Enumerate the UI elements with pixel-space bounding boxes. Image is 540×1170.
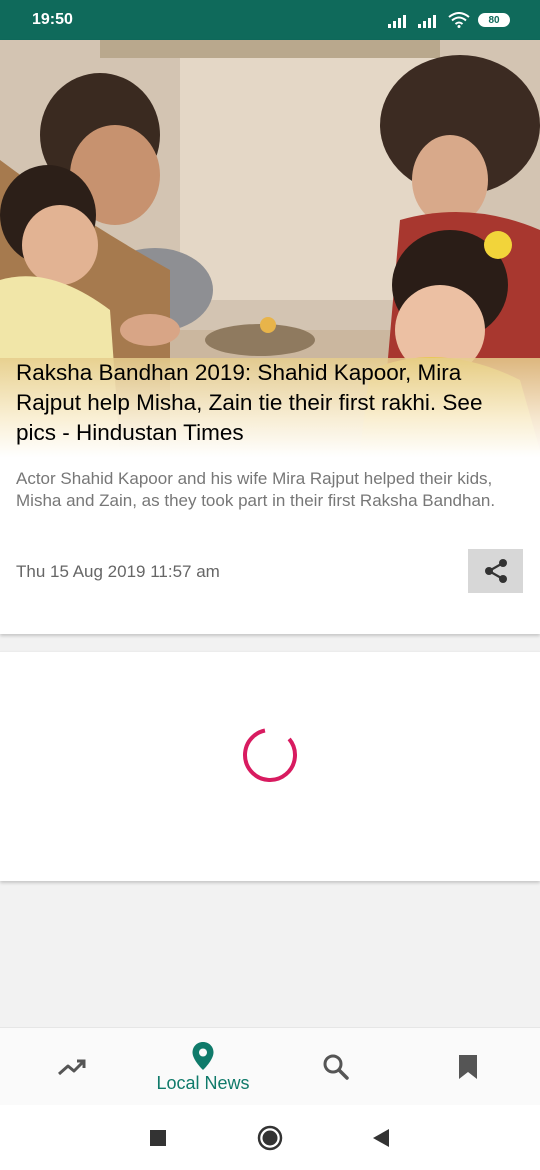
search-icon <box>323 1054 349 1080</box>
news-card[interactable]: Raksha Bandhan 2019: Shahid Kapoor, Mira… <box>0 40 540 634</box>
article-title[interactable]: Raksha Bandhan 2019: Shahid Kapoor, Mira… <box>0 358 540 458</box>
nav-local-news[interactable]: Local News <box>140 1028 266 1106</box>
status-icons: 80 <box>388 12 510 28</box>
nav-bookmarks[interactable] <box>426 1028 510 1106</box>
recent-apps-button[interactable] <box>143 1123 173 1153</box>
recent-apps-icon <box>150 1130 166 1146</box>
system-nav-bar <box>0 1105 540 1170</box>
status-bar: 19:50 80 <box>0 0 540 40</box>
loading-spinner-icon <box>243 728 297 782</box>
location-pin-icon <box>192 1041 214 1070</box>
signal-icon-2 <box>418 15 436 28</box>
home-button[interactable] <box>255 1123 285 1153</box>
bottom-nav: Local News <box>0 1027 540 1105</box>
battery-icon: 80 <box>478 13 510 27</box>
signal-icon <box>388 15 406 28</box>
article-date: Thu 15 Aug 2019 11:57 am <box>16 562 220 581</box>
loading-card <box>0 651 540 881</box>
status-time: 19:50 <box>32 11 73 28</box>
share-button[interactable] <box>468 549 523 593</box>
home-icon <box>257 1125 283 1151</box>
nav-trending[interactable] <box>30 1028 114 1106</box>
article-summary: Actor Shahid Kapoor and his wife Mira Ra… <box>16 469 496 510</box>
share-icon <box>484 559 507 583</box>
nav-local-news-label: Local News <box>156 1072 250 1093</box>
wifi-icon <box>448 12 470 28</box>
nav-search[interactable] <box>294 1028 378 1106</box>
back-button[interactable] <box>366 1123 396 1153</box>
bookmark-icon <box>459 1055 477 1079</box>
back-icon <box>373 1129 389 1147</box>
trending-icon <box>58 1059 86 1076</box>
